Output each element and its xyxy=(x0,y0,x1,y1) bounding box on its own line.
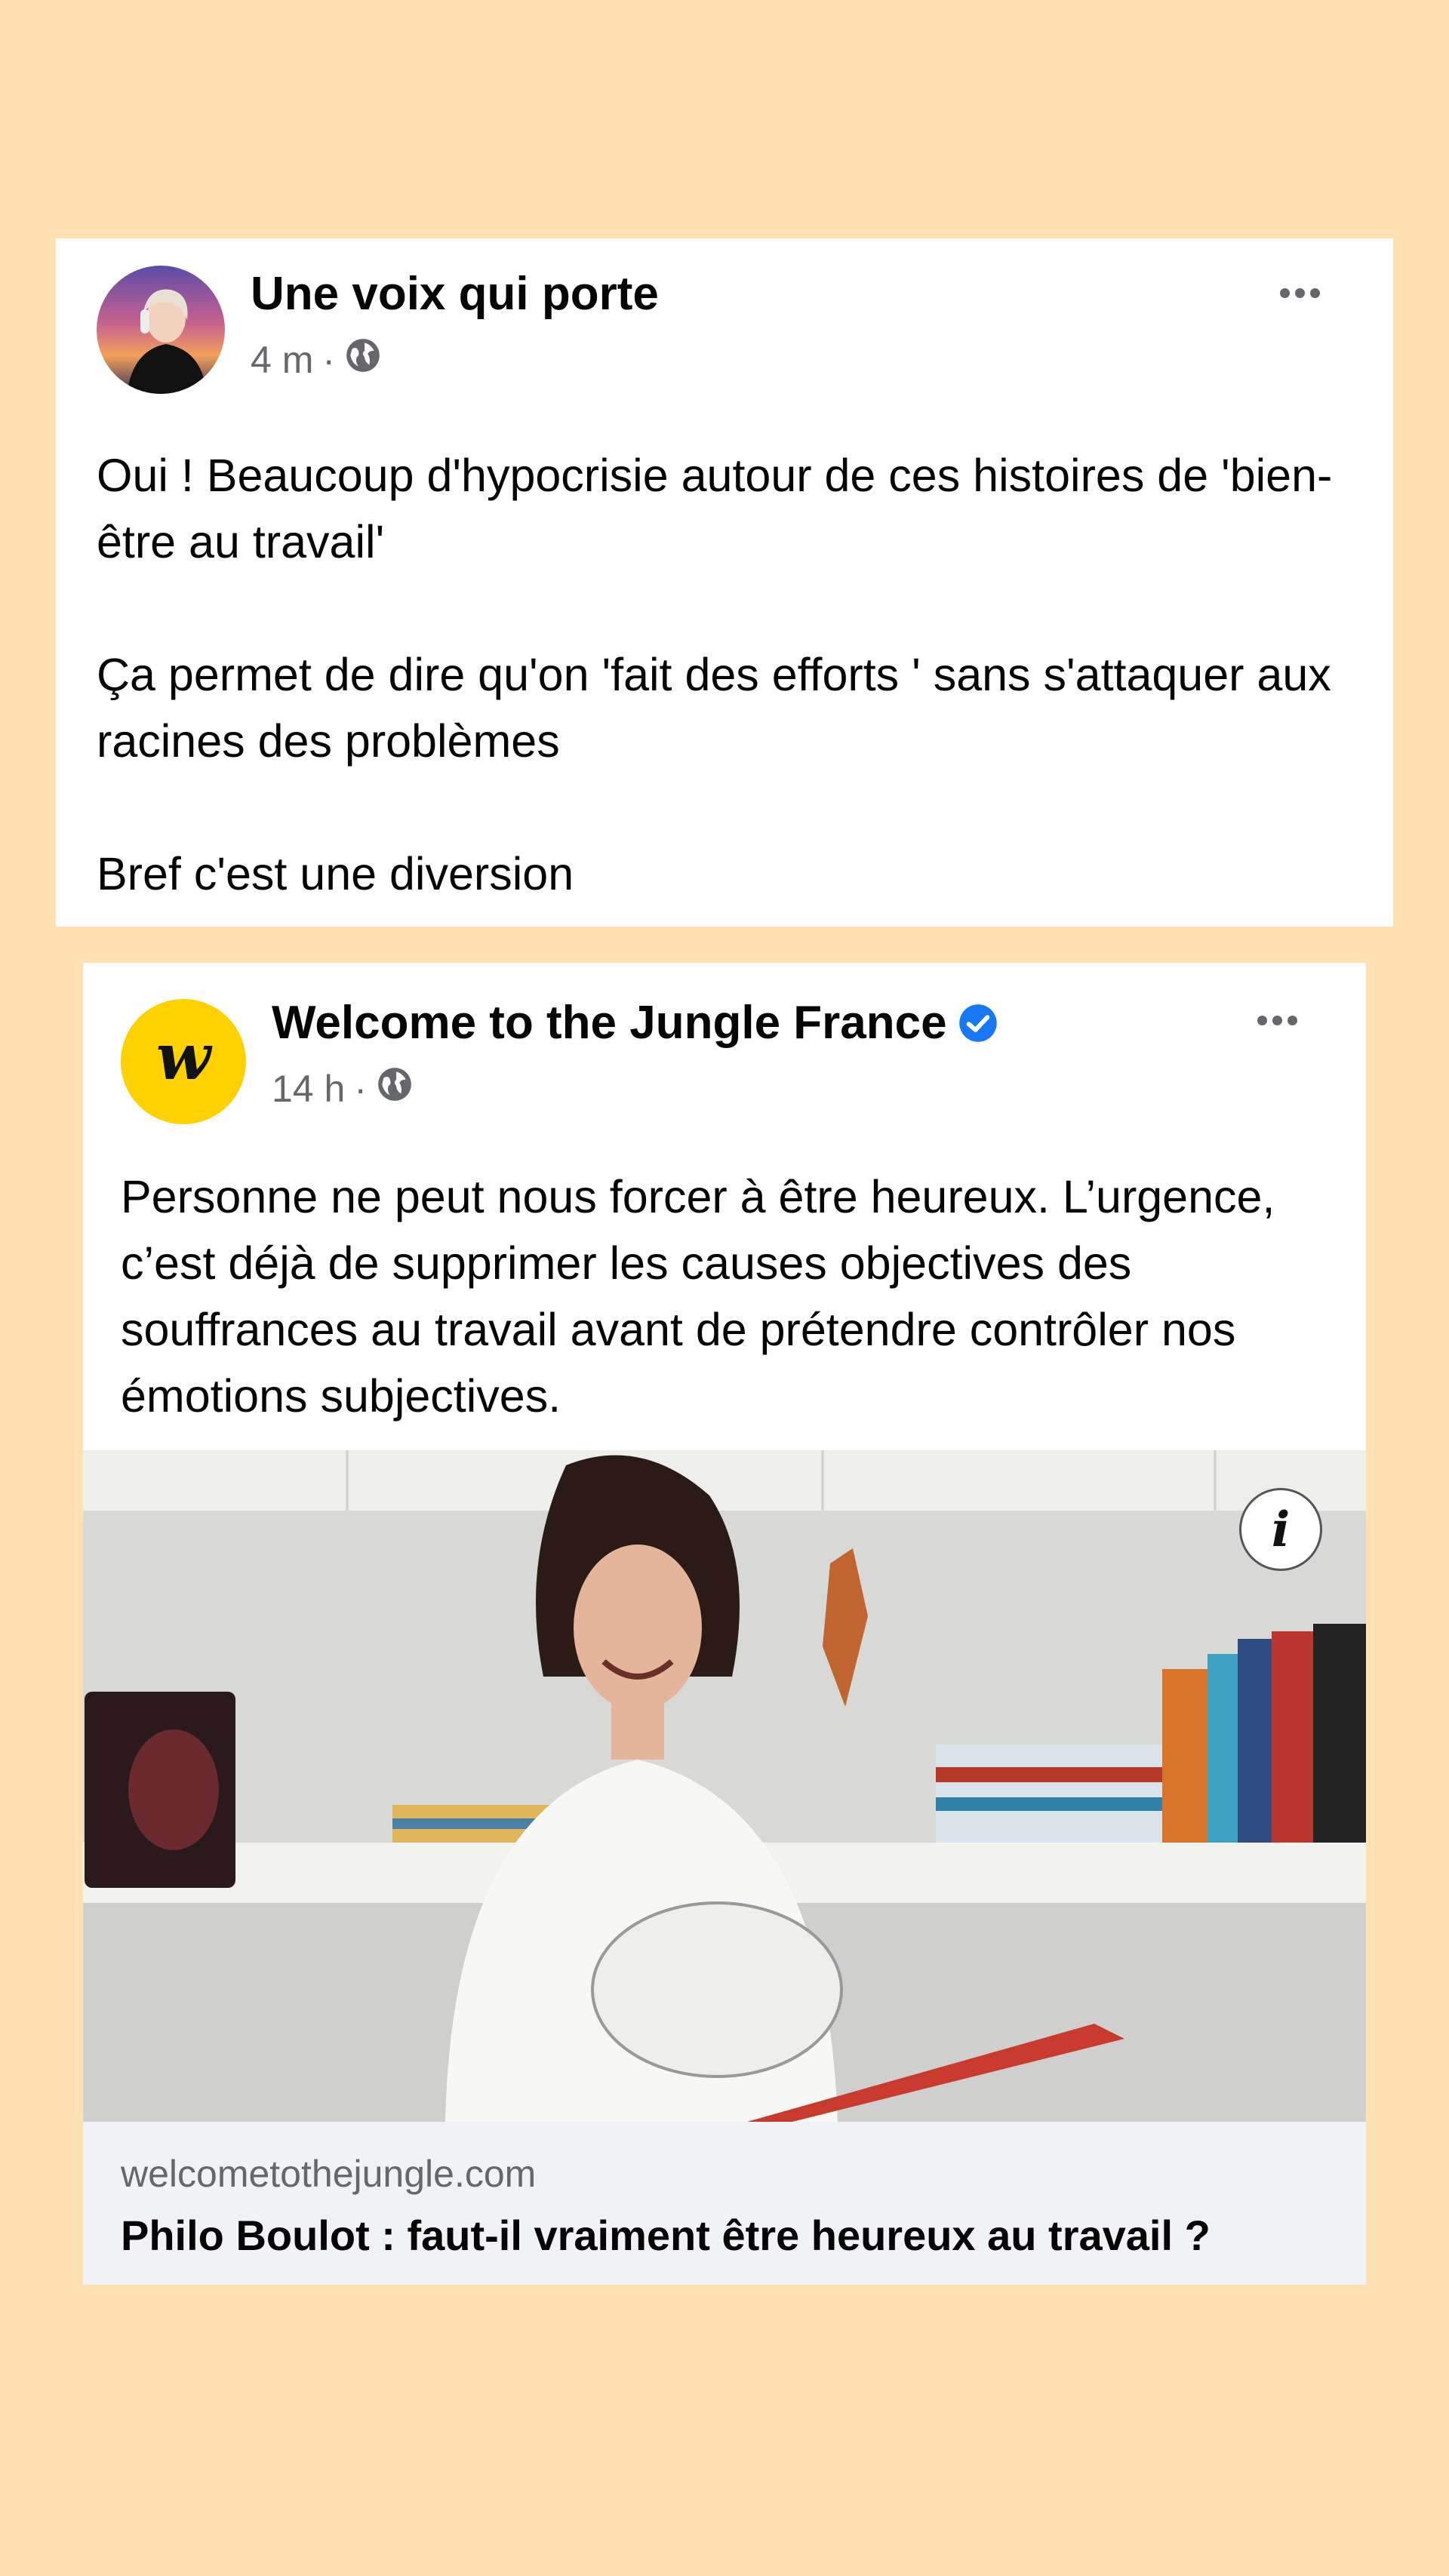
verified-badge-icon xyxy=(958,1003,998,1044)
comment-paragraph: Ça permet de dire qu'on 'fait des effort… xyxy=(97,649,1331,767)
comment-post-card: Une voix qui porte 4 m · Oui ! Beaucoup … xyxy=(56,238,1393,927)
post-meta: 4 m · xyxy=(251,337,382,383)
post-time[interactable]: 4 m xyxy=(251,338,313,382)
author-name[interactable]: Une voix qui porte xyxy=(251,267,659,321)
comment-paragraph: Oui ! Beaucoup d'hypocrisie autour de ce… xyxy=(97,450,1333,567)
brand-logo-letter: w xyxy=(156,1019,213,1094)
globe-icon xyxy=(376,1065,414,1112)
post-time[interactable]: 14 h xyxy=(272,1067,345,1111)
post-text: Personne ne peut nous forcer à être heur… xyxy=(121,1171,1275,1422)
info-icon[interactable]: i xyxy=(1239,1488,1322,1571)
meta-separator: · xyxy=(354,1068,367,1110)
link-title[interactable]: Philo Boulot : faut-il vraiment être heu… xyxy=(121,2211,1211,2260)
page-avatar[interactable]: w xyxy=(121,999,246,1124)
author-avatar[interactable] xyxy=(97,266,225,394)
page-name[interactable]: Welcome to the Jungle France xyxy=(272,996,998,1050)
shared-post-card: w Welcome to the Jungle France 14 h · Pe… xyxy=(83,963,1366,2285)
post-meta: 14 h · xyxy=(272,1065,414,1112)
comment-paragraph: Bref c'est une diversion xyxy=(97,848,574,899)
link-preview[interactable]: welcometothejungle.com Philo Boulot : fa… xyxy=(83,2122,1366,2285)
page-name-label[interactable]: Welcome to the Jungle France xyxy=(272,996,947,1050)
post-image[interactable]: i xyxy=(83,1450,1366,2122)
more-options-icon[interactable] xyxy=(1257,1016,1297,1025)
comment-text: Oui ! Beaucoup d'hypocrisie autour de ce… xyxy=(97,442,1380,907)
meta-separator: · xyxy=(322,339,336,381)
link-domain[interactable]: welcometothejungle.com xyxy=(121,2152,536,2196)
globe-icon xyxy=(344,337,382,383)
more-options-icon[interactable] xyxy=(1280,288,1320,298)
